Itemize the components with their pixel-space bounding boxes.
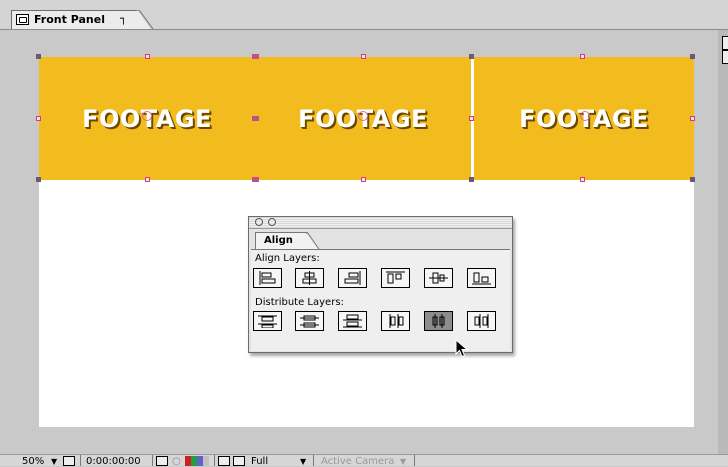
distribute-vertical-center-icon — [300, 315, 319, 328]
selection-handle[interactable] — [36, 116, 41, 121]
region-of-interest-icon[interactable] — [218, 456, 230, 466]
align-horizontal-center-button[interactable] — [295, 268, 324, 288]
title-safe-icon[interactable] — [63, 456, 75, 466]
selection-handle[interactable] — [145, 54, 150, 59]
selection-handle[interactable] — [252, 54, 259, 59]
resolution-select[interactable]: Full — [251, 456, 268, 467]
window-tab-bar: Front Panel ┐ — [0, 0, 728, 30]
tab-front-panel[interactable]: Front Panel ┐ — [11, 10, 137, 30]
palette-zoom-icon[interactable] — [268, 218, 276, 226]
selection-handle[interactable] — [690, 116, 695, 121]
snapshot-icon[interactable] — [156, 456, 168, 466]
align-right-icon — [344, 271, 361, 285]
zoom-dropdown-icon[interactable]: ▼ — [51, 456, 57, 467]
selection-handle[interactable] — [252, 116, 259, 121]
align-top-button[interactable] — [381, 268, 410, 288]
align-vertical-center-button[interactable] — [424, 268, 453, 288]
anchor-point-icon[interactable] — [142, 111, 152, 121]
align-bottom-icon — [472, 272, 491, 285]
align-bottom-button[interactable] — [467, 268, 496, 288]
align-palette: Align Align Layers: Distribute Layers: — [248, 216, 513, 353]
selection-handle[interactable] — [361, 177, 366, 182]
distribute-top-button[interactable] — [253, 311, 282, 331]
camera-dropdown-icon[interactable]: ▼ — [400, 456, 406, 467]
selection-handle[interactable] — [252, 177, 259, 182]
anchor-point-icon[interactable] — [580, 111, 590, 121]
distribute-right-button[interactable] — [467, 311, 496, 331]
palette-body: Align Layers: Distribute Layers: — [251, 249, 510, 351]
channel-alpha-icon[interactable] — [203, 456, 209, 466]
selection-handle[interactable] — [36, 54, 41, 59]
selection-handle[interactable] — [36, 177, 41, 182]
distribute-horizontal-center-icon — [432, 314, 445, 328]
align-horizontal-center-icon — [302, 271, 317, 285]
current-time[interactable]: 0:00:00:00 — [86, 456, 141, 467]
tab-edge-icon — [136, 10, 154, 30]
selection-handle[interactable] — [580, 54, 585, 59]
align-left-button[interactable] — [253, 268, 282, 288]
show-snapshot-icon[interactable]: ○ — [172, 456, 181, 467]
palette-title-bar[interactable] — [249, 217, 512, 229]
distribute-right-icon — [474, 314, 489, 328]
distribute-left-icon — [389, 314, 404, 328]
composition-status-bar: 50% ▼ 0:00:00:00 ○ Full ▼ Active Camera … — [0, 454, 728, 467]
tab-align[interactable]: Align — [255, 232, 307, 249]
composition-icon — [16, 14, 29, 25]
zoom-level[interactable]: 50% — [22, 456, 44, 467]
align-left-icon — [259, 271, 276, 285]
transparency-grid-icon[interactable] — [233, 456, 245, 466]
align-right-button[interactable] — [338, 268, 367, 288]
align-top-icon — [386, 271, 405, 284]
selection-handle[interactable] — [145, 177, 150, 182]
resolution-dropdown-icon[interactable]: ▼ — [300, 456, 306, 467]
mouse-pointer-icon — [455, 339, 469, 358]
distribute-vertical-center-button[interactable] — [295, 311, 324, 331]
selection-handle[interactable] — [690, 177, 695, 182]
distribute-bottom-icon — [343, 314, 362, 328]
selection-handle[interactable] — [469, 177, 474, 182]
selection-handle[interactable] — [469, 54, 474, 59]
align-layers-label: Align Layers: — [255, 253, 320, 264]
distribute-left-button[interactable] — [381, 311, 410, 331]
distribute-horizontal-center-button[interactable] — [424, 311, 453, 331]
selection-handle[interactable] — [361, 54, 366, 59]
selection-handle[interactable] — [469, 116, 474, 121]
window-right-edge — [718, 30, 728, 454]
distribute-bottom-button[interactable] — [338, 311, 367, 331]
tab-align-label: Align — [264, 235, 293, 246]
distribute-layers-label: Distribute Layers: — [255, 297, 344, 308]
anchor-point-icon[interactable] — [358, 111, 368, 121]
tab-edge-icon — [306, 232, 320, 250]
selection-handle[interactable] — [580, 177, 585, 182]
tab-close-icon[interactable]: ┐ — [120, 12, 127, 25]
palette-close-icon[interactable] — [255, 218, 263, 226]
distribute-top-icon — [258, 315, 277, 328]
selection-handle[interactable] — [690, 54, 695, 59]
tab-title: Front Panel — [34, 13, 105, 26]
align-vertical-center-icon — [429, 272, 448, 284]
camera-select[interactable]: Active Camera — [321, 456, 394, 467]
